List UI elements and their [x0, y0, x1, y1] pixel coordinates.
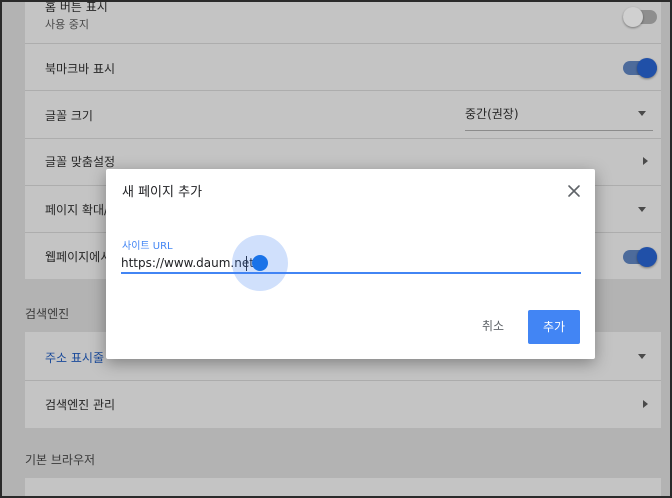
bookmarks-bar-toggle[interactable]	[623, 58, 657, 78]
dropdown-caret-icon[interactable]	[638, 354, 646, 359]
site-url-label: 사이트 URL	[122, 241, 173, 252]
manage-search-engines-label: 검색엔진 관리	[45, 398, 116, 412]
add-page-dialog: 새 페이지 추가 사이트 URL 취소 추가	[106, 169, 595, 359]
default-browser-heading: 기본 브라우저	[25, 453, 96, 467]
manage-search-engines-row[interactable]: 검색엔진 관리	[25, 381, 661, 428]
cancel-button[interactable]: 취소	[472, 312, 514, 340]
bookmarks-bar-row[interactable]: 북마크바 표시	[25, 44, 661, 89]
web-page-toggle[interactable]	[623, 247, 657, 267]
home-button-label: 홈 버튼 표시	[45, 0, 108, 14]
page-zoom-label: 페이지 확대/	[45, 203, 109, 217]
toggle-knob	[623, 7, 643, 27]
toggle-knob	[637, 247, 657, 267]
dialog-title: 새 페이지 추가	[122, 185, 203, 200]
add-button[interactable]: 추가	[528, 310, 580, 344]
settings-page: 홈 버튼 표시 사용 중지 북마크바 표시 글꼴 크기 중간(권장) 글꼴 맞춤…	[0, 0, 672, 498]
dropdown-caret-icon	[638, 111, 646, 116]
toggle-knob	[637, 58, 657, 78]
web-page-label: 웹페이지에서	[45, 250, 112, 264]
font-size-row: 글꼴 크기 중간(권장)	[25, 91, 661, 137]
chevron-right-icon	[643, 400, 648, 408]
close-icon[interactable]	[564, 181, 584, 201]
bookmarks-bar-label: 북마크바 표시	[45, 62, 116, 76]
default-browser-card	[25, 478, 661, 496]
chevron-right-icon	[643, 157, 648, 165]
home-button-row[interactable]: 홈 버튼 표시 사용 중지	[25, 0, 661, 42]
font-size-label: 글꼴 크기	[45, 109, 93, 123]
site-url-underline	[121, 272, 581, 274]
font-size-value: 중간(권장)	[465, 107, 519, 121]
search-engine-heading: 검색엔진	[25, 307, 70, 321]
customize-fonts-label: 글꼴 맞춤설정	[45, 155, 116, 169]
home-button-toggle[interactable]	[623, 7, 657, 27]
address-bar-label: 주소 표시줄	[45, 351, 105, 365]
dropdown-caret-icon[interactable]	[638, 207, 646, 212]
touch-point-indicator	[252, 255, 268, 271]
select-underline	[465, 130, 653, 131]
site-url-input[interactable]	[121, 253, 581, 273]
font-size-select[interactable]: 중간(권장)	[465, 95, 653, 131]
home-button-sublabel: 사용 중지	[45, 18, 89, 31]
